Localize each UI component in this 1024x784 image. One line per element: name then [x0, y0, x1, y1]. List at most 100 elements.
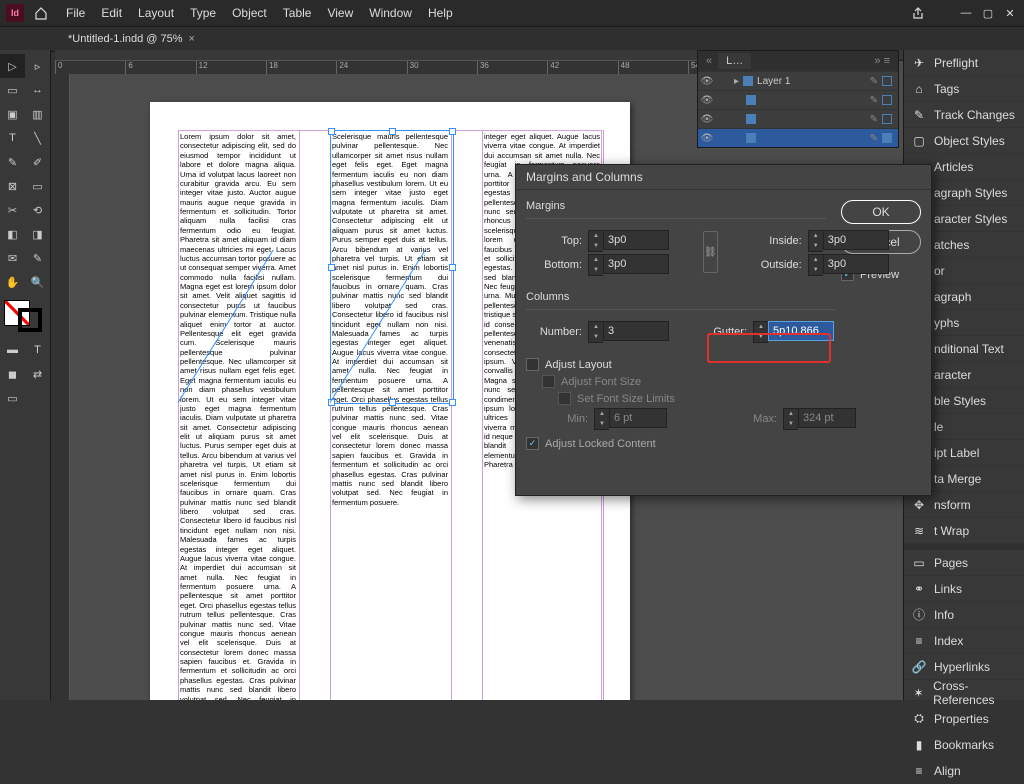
panel-links[interactable]: ⚭Links [904, 576, 1024, 602]
layers-panel[interactable]: « L… » ≡ 👁▸Layer 1✎👁✎👁✎👁✎ [697, 50, 899, 148]
zoom-tool[interactable]: 🔍 [25, 270, 50, 294]
panel-icon: ✎ [912, 108, 926, 122]
ok-button[interactable]: OK [841, 200, 921, 224]
bottom-stepper[interactable]: ▲▼ [588, 254, 603, 276]
page-tool[interactable]: ▭ [0, 78, 25, 102]
bottom-input[interactable] [603, 254, 669, 274]
eyedropper-tool[interactable]: ✎ [25, 246, 50, 270]
top-stepper[interactable]: ▲▼ [588, 230, 603, 252]
panel-icon: ⛭ [912, 712, 926, 726]
panel-hyperlinks[interactable]: 🔗Hyperlinks [904, 654, 1024, 680]
max-stepper: ▲▼ [783, 408, 798, 430]
stroke-swatch[interactable] [18, 308, 42, 332]
rectangle-tool[interactable]: ▭ [25, 174, 50, 198]
menu-help[interactable]: Help [420, 0, 461, 26]
adjust-layout-checkbox[interactable]: Adjust Layout [526, 358, 921, 371]
panel-icon: ⚭ [912, 582, 926, 596]
panel-icon: ✶ [912, 686, 925, 700]
panel-tags[interactable]: ⌂Tags [904, 76, 1024, 102]
panel-icon: ▮ [912, 738, 926, 752]
free-transform-tool[interactable]: ⟲ [25, 198, 50, 222]
hand-tool[interactable]: ✋ [0, 270, 25, 294]
number-input[interactable] [603, 321, 669, 341]
panel-icon: ≡ [912, 634, 926, 648]
layer-row[interactable]: 👁▸Layer 1✎ [698, 71, 898, 90]
swap-fill-stroke[interactable]: ⇄ [25, 362, 50, 386]
selection-tool[interactable]: ▷ [0, 54, 25, 78]
panel-align[interactable]: ≡Align [904, 758, 1024, 784]
panel-info[interactable]: ⓘInfo [904, 602, 1024, 628]
screen-mode-tool[interactable]: ▭ [0, 386, 25, 410]
panel-icon: ✈ [912, 56, 926, 70]
layers-panel-header: « L… » ≡ [698, 51, 898, 71]
outside-stepper[interactable]: ▲▼ [808, 254, 823, 276]
menu-object[interactable]: Object [224, 0, 275, 26]
panel-properties[interactable]: ⛭Properties [904, 706, 1024, 732]
document-tab[interactable]: *Untitled-1.indd @ 75% × [60, 27, 203, 51]
rectangle-frame-tool[interactable]: ⊠ [0, 174, 25, 198]
menu-view[interactable]: View [319, 0, 361, 26]
menu-window[interactable]: Window [361, 0, 420, 26]
close-tab-icon[interactable]: × [189, 33, 195, 45]
gradient-feather-tool[interactable]: ◨ [25, 222, 50, 246]
content-collector-tool[interactable]: ▣ [0, 102, 25, 126]
panel-icon: ✥ [912, 498, 926, 512]
home-icon[interactable] [32, 4, 50, 22]
columns-section-label: Columns [526, 291, 836, 303]
share-icon[interactable] [910, 7, 926, 19]
panel-object-styles[interactable]: ▢Object Styles [904, 128, 1024, 154]
apply-text-tool[interactable]: T [25, 338, 50, 362]
gap-tool[interactable]: ↔ [25, 78, 50, 102]
panel-index[interactable]: ≡Index [904, 628, 1024, 654]
menu-edit[interactable]: Edit [93, 0, 130, 26]
content-placer-tool[interactable]: ▥ [25, 102, 50, 126]
menu-type[interactable]: Type [182, 0, 224, 26]
panel-cross-references[interactable]: ✶Cross-References [904, 680, 1024, 706]
inside-stepper[interactable]: ▲▼ [808, 230, 823, 252]
window-close-icon[interactable]: ✕ [1002, 7, 1018, 19]
toolbox: ▷▹ ▭↔ ▣▥ T╲ ✎✐ ⊠▭ ✂⟲ ◧◨ ✉✎ ✋🔍 ▬T ◼⇄ ▭ [0, 50, 51, 700]
menu-table[interactable]: Table [275, 0, 320, 26]
outside-input[interactable] [823, 254, 889, 274]
margins-section-label: Margins [526, 200, 826, 212]
panel-icon: 🔗 [912, 660, 926, 674]
direct-selection-tool[interactable]: ▹ [25, 54, 50, 78]
layer-row[interactable]: 👁✎ [698, 90, 898, 109]
adjust-locked-checkbox[interactable]: ✓Adjust Locked Content [526, 437, 921, 450]
layer-row[interactable]: 👁✎ [698, 109, 898, 128]
window-restore-icon[interactable]: ▢ [980, 7, 996, 19]
number-stepper[interactable]: ▲▼ [588, 321, 603, 343]
type-tool[interactable]: T [0, 126, 25, 150]
layer-row[interactable]: 👁✎ [698, 128, 898, 147]
text-column: Lorem ipsum dolor sit amet, consectetur … [180, 132, 296, 700]
inside-input[interactable] [823, 230, 889, 250]
scissors-tool[interactable]: ✂ [0, 198, 25, 222]
min-stepper: ▲▼ [594, 408, 609, 430]
window-minimize-icon[interactable]: — [958, 7, 974, 19]
gutter-stepper[interactable]: ▲▼ [753, 321, 768, 343]
panel-icon: ⌂ [912, 82, 926, 96]
panel-track-changes[interactable]: ✎Track Changes [904, 102, 1024, 128]
menu-file[interactable]: File [58, 0, 93, 26]
menu-layout[interactable]: Layout [130, 0, 182, 26]
gutter-input[interactable] [768, 321, 834, 341]
pen-tool[interactable]: ✎ [0, 150, 25, 174]
panel-preflight[interactable]: ✈Preflight [904, 50, 1024, 76]
note-tool[interactable]: ✉ [0, 246, 25, 270]
line-tool[interactable]: ╲ [25, 126, 50, 150]
panel-icon: ⓘ [912, 608, 926, 622]
panel-pages[interactable]: ▭Pages [904, 550, 1024, 576]
document-tab-label: *Untitled-1.indd @ 75% [68, 33, 183, 45]
panel-t-wrap[interactable]: ≋t Wrap [904, 518, 1024, 544]
top-input[interactable] [603, 230, 669, 250]
pencil-tool[interactable]: ✐ [25, 150, 50, 174]
panel-bookmarks[interactable]: ▮Bookmarks [904, 732, 1024, 758]
apply-color-tool[interactable]: ▬ [0, 338, 25, 362]
link-margins-icon[interactable]: ⛓ [703, 231, 718, 273]
selected-text-frame[interactable] [330, 130, 454, 404]
fill-stroke-swatch[interactable] [4, 300, 42, 332]
margins-columns-dialog[interactable]: Margins and Columns OK Cancel ✓Preview M… [515, 164, 932, 496]
default-fill-stroke[interactable]: ◼ [0, 362, 25, 386]
gradient-swatch-tool[interactable]: ◧ [0, 222, 25, 246]
layers-panel-tab[interactable]: L… [718, 53, 751, 69]
